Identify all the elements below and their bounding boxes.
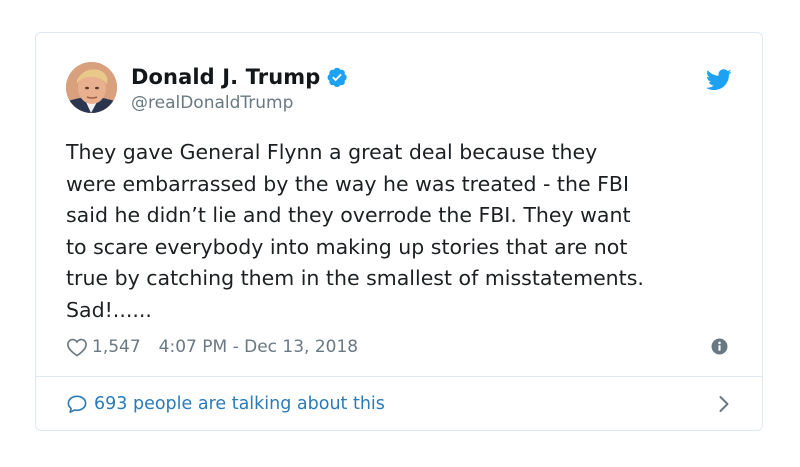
heart-icon[interactable] xyxy=(66,337,88,357)
speech-bubble-icon xyxy=(66,394,88,414)
author-name-row: Donald J. Trump xyxy=(131,63,348,91)
like-count[interactable]: 1,547 xyxy=(92,337,141,357)
avatar[interactable] xyxy=(66,62,117,113)
twitter-bird-icon[interactable] xyxy=(705,69,732,91)
conversation-link[interactable]: 693 people are talking about this xyxy=(66,377,732,431)
info-icon[interactable] xyxy=(711,338,728,355)
author-handle[interactable]: @realDonaldTrump xyxy=(131,93,293,113)
chevron-right-icon[interactable] xyxy=(718,395,730,413)
tweet-text: They gave General Flynn a great deal bec… xyxy=(66,140,644,322)
tweet-meta-row: 1,547 4:07 PM - Dec 13, 2018 xyxy=(66,335,358,359)
embedded-tweet-card: Donald J. Trump @realDonaldTrump They ga… xyxy=(35,32,763,431)
avatar-image xyxy=(66,62,117,113)
talking-count-text[interactable]: 693 people are talking about this xyxy=(94,394,385,414)
verified-badge-icon xyxy=(326,66,348,88)
author-display-name[interactable]: Donald J. Trump xyxy=(131,65,320,89)
tweet-timestamp[interactable]: 4:07 PM - Dec 13, 2018 xyxy=(159,337,358,357)
